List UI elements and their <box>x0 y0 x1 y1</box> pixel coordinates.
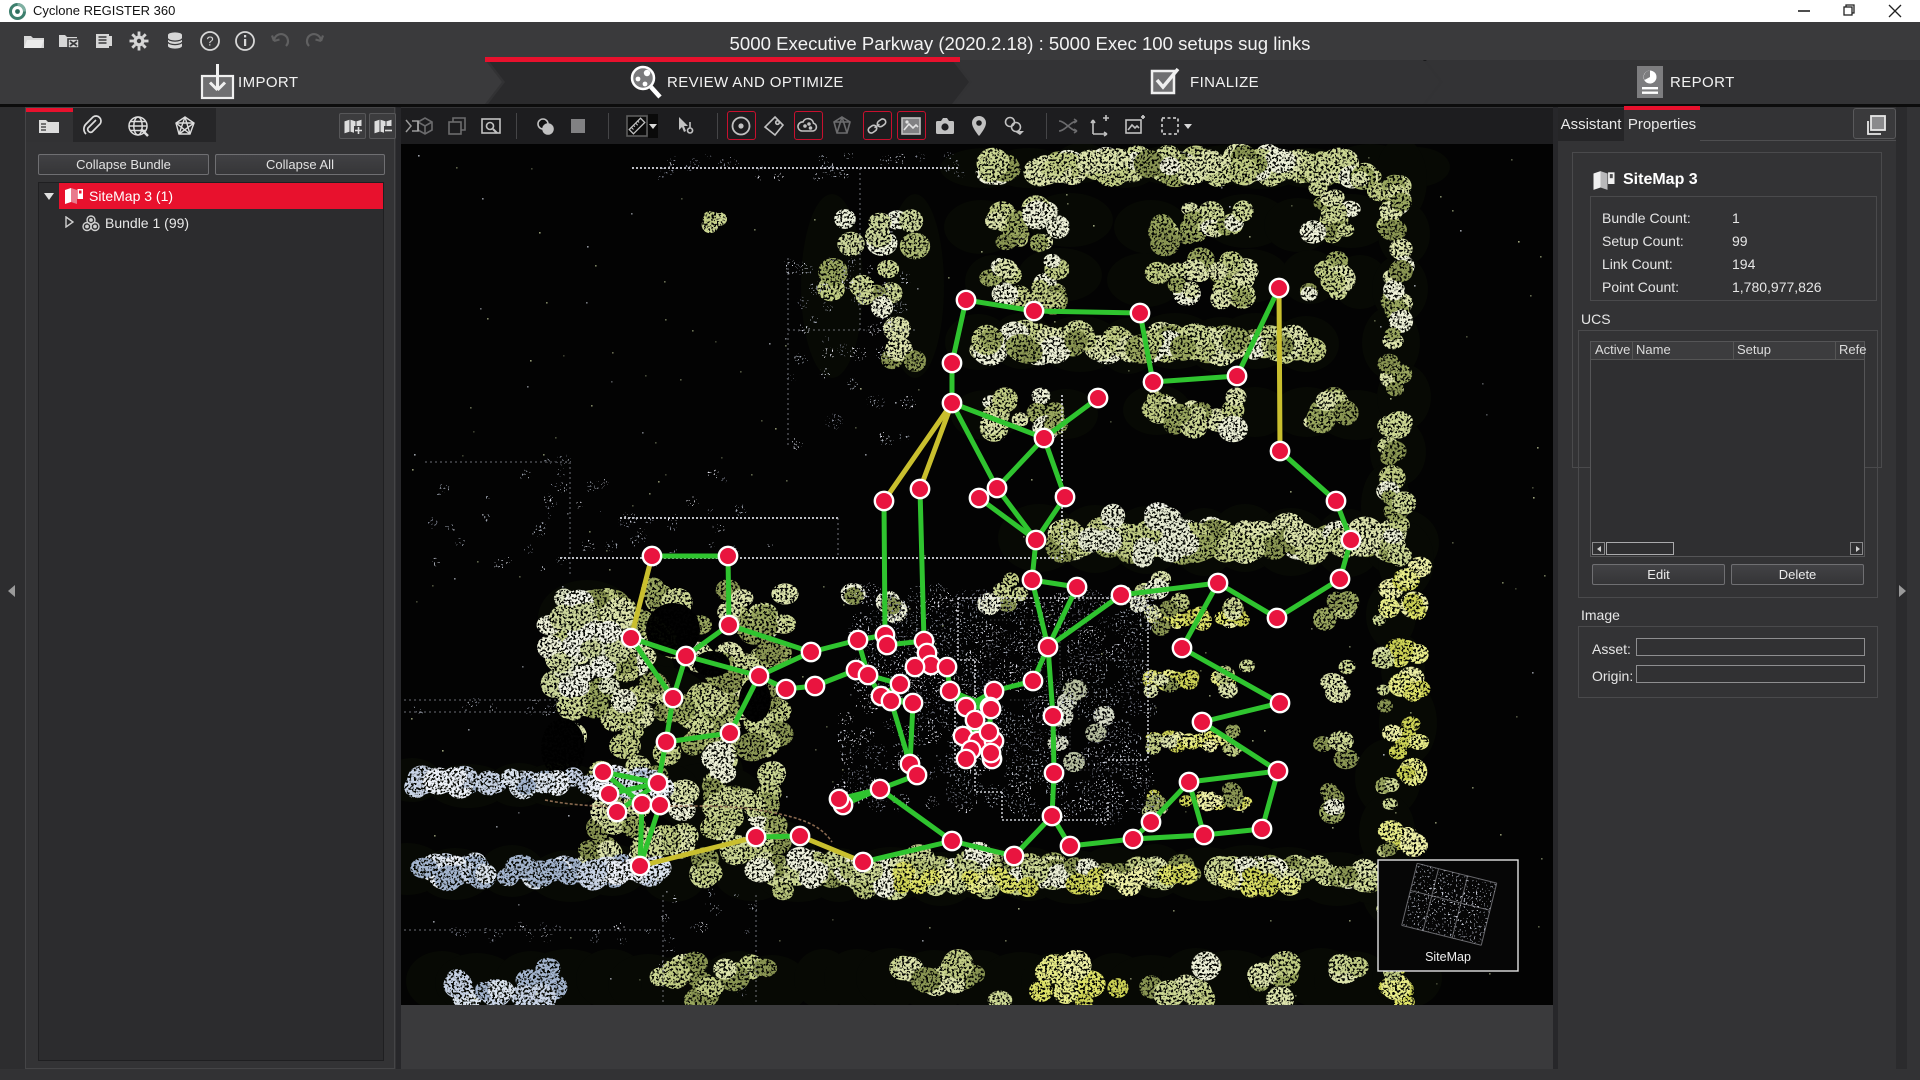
svg-text:SiteMap: SiteMap <box>1425 950 1471 964</box>
